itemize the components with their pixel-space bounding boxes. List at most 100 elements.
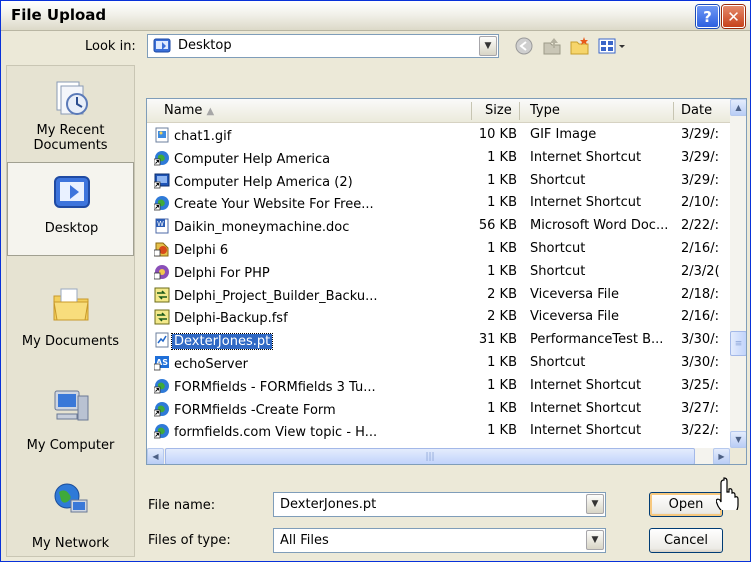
column-header-date[interactable]: Date xyxy=(681,103,712,118)
file-list[interactable]: Name ▲ Size Type Date chat1.gif 10 KB GIF … xyxy=(146,98,747,465)
file-name-text: Delphi 6 xyxy=(174,243,229,258)
file-size-cell: 31 KB xyxy=(478,332,517,348)
file-name-cell: FORMfields -Create Form xyxy=(153,401,444,418)
file-size-cell: 1 KB xyxy=(487,423,517,439)
help-button[interactable]: ? xyxy=(696,5,719,28)
place-label: My Documents xyxy=(21,334,120,349)
file-size-cell: 2 KB xyxy=(487,286,517,302)
scroll-left-button[interactable]: ◀ xyxy=(147,448,164,464)
file-name-text: Create Your Website For Free... xyxy=(174,197,374,213)
file-row[interactable]: FORMfields -Create Form 1 KB Internet Shor… xyxy=(147,399,730,422)
word-document-icon: W xyxy=(154,218,170,234)
file-type-value: All Files xyxy=(280,533,329,548)
file-name-text: DexterJones.pt xyxy=(170,333,274,351)
file-row[interactable]: formfields.com View topic - H... 1 KB Inte… xyxy=(147,421,730,444)
place-my-network[interactable]: My Network xyxy=(7,470,134,564)
file-name-text: FORMfields -Create Form xyxy=(174,402,336,418)
column-divider[interactable] xyxy=(471,102,472,120)
file-name-field[interactable]: DexterJones.pt ▼ xyxy=(273,492,606,517)
up-folder-icon[interactable] xyxy=(541,35,563,57)
file-row[interactable]: W Daikin_moneymachine.doc 56 KB Microsoft W… xyxy=(147,216,730,239)
place-label: My Computer xyxy=(26,438,115,453)
file-row[interactable]: Create Your Website For Free... 1 KB Inter… xyxy=(147,193,730,216)
list-header: Name ▲ Size Type Date xyxy=(147,99,730,123)
place-my-computer[interactable]: My Computer xyxy=(7,376,134,470)
vertical-scroll-thumb[interactable]: ≡ xyxy=(730,331,746,356)
look-in-label: Look in: xyxy=(85,39,136,54)
look-in-dropdown[interactable]: Desktop ▼ xyxy=(147,34,499,58)
scroll-up-button[interactable]: ▲ xyxy=(730,99,746,116)
file-type-cell: Internet Shortcut xyxy=(530,377,642,393)
open-button[interactable]: Open xyxy=(649,492,723,517)
scroll-down-button[interactable]: ▼ xyxy=(730,431,746,448)
internet-shortcut-icon xyxy=(153,195,170,211)
file-row[interactable]: AS echoServer 1 KB Shortcut 3/30/: xyxy=(147,353,730,376)
file-row[interactable]: chat1.gif 10 KB GIF Image 3/29/: xyxy=(147,125,730,148)
column-header-size[interactable]: Size xyxy=(485,103,512,118)
file-size-cell: 56 KB xyxy=(478,218,517,234)
file-type-dropdown[interactable]: All Files ▼ xyxy=(273,528,606,553)
scroll-right-button[interactable]: ▶ xyxy=(713,448,730,464)
file-name-cell: Delphi 6 xyxy=(153,241,444,258)
look-in-value: Desktop xyxy=(178,38,232,53)
file-name-cell: FORMfields - FORMfields 3 Tu... xyxy=(153,378,444,395)
file-date-cell: 2/16/: xyxy=(681,241,719,256)
place-label: My Network xyxy=(31,536,110,551)
file-row[interactable]: Delphi 6 1 KB Shortcut 2/16/: xyxy=(147,239,730,262)
file-name-text: Delphi For PHP xyxy=(174,265,270,281)
chevron-down-icon[interactable]: ▼ xyxy=(586,530,604,550)
file-date-cell: 2/10/: xyxy=(681,195,719,211)
view-menu-icon[interactable] xyxy=(597,35,627,57)
cancel-button[interactable]: Cancel xyxy=(649,528,723,553)
file-row[interactable]: Delphi_Project_Builder_Backu... 2 KB Vicev… xyxy=(147,285,730,308)
file-row[interactable]: Computer Help America 1 KB Internet Shortc… xyxy=(147,148,730,171)
mouse-pointer-icon xyxy=(716,477,739,510)
file-type-cell: Shortcut xyxy=(530,263,586,279)
file-row[interactable]: Delphi For PHP 1 KB Shortcut 2/3/2( xyxy=(147,262,730,285)
horizontal-scrollbar[interactable]: ◀ ||| ▶ xyxy=(147,448,730,464)
file-size-cell: 1 KB xyxy=(487,377,517,393)
column-divider[interactable] xyxy=(519,102,520,120)
place-desktop[interactable]: Desktop xyxy=(7,162,134,256)
chevron-down-icon[interactable]: ▼ xyxy=(586,494,604,514)
file-row[interactable]: FORMfields - FORMfields 3 Tu... 1 KB Inter… xyxy=(147,376,730,399)
title-bar[interactable]: File Upload ? ✕ xyxy=(1,1,750,31)
column-header-name[interactable]: Name ▲ xyxy=(164,103,214,118)
file-date-cell: 3/27/: xyxy=(681,400,719,416)
column-header-type[interactable]: Type xyxy=(530,103,560,118)
file-type-cell: Internet Shortcut xyxy=(530,423,642,439)
place-my-recent-documents[interactable]: My Recent Documents xyxy=(7,68,134,162)
file-name-cell: formfields.com View topic - H... xyxy=(153,423,444,441)
file-date-cell: 2/18/: xyxy=(681,286,719,302)
file-name-cell: DexterJones.pt xyxy=(154,332,444,351)
new-folder-icon[interactable] xyxy=(569,35,591,57)
file-row[interactable]: Computer Help America (2) 1 KB Shortcut 3/2… xyxy=(147,171,730,194)
file-name-cell: Delphi-Backup.fsf xyxy=(154,309,444,326)
file-row[interactable]: Delphi-Backup.fsf 2 KB Viceversa File 2/16/… xyxy=(147,307,730,330)
scrollbar-corner xyxy=(730,448,746,464)
internet-shortcut-icon xyxy=(153,423,170,439)
place-my-documents[interactable]: My Documents xyxy=(7,274,134,368)
back-icon[interactable] xyxy=(513,35,535,57)
file-name-cell: AS echoServer xyxy=(153,355,444,372)
file-type-cell: Internet Shortcut xyxy=(530,149,642,165)
viceversa-file-icon xyxy=(154,309,170,325)
vertical-scrollbar[interactable]: ▲ ≡ ▼ xyxy=(730,99,746,448)
chevron-down-icon[interactable]: ▼ xyxy=(479,36,497,56)
file-name-text: chat1.gif xyxy=(174,129,232,144)
file-size-cell: 10 KB xyxy=(478,127,517,142)
file-name-cell: Create Your Website For Free... xyxy=(153,195,444,213)
my-network-icon xyxy=(54,483,88,513)
desktop-icon xyxy=(153,38,171,53)
column-divider[interactable] xyxy=(673,102,674,120)
horizontal-scroll-thumb[interactable]: ||| xyxy=(165,448,695,464)
file-type-cell: Shortcut xyxy=(530,355,586,370)
file-size-cell: 1 KB xyxy=(487,241,517,256)
file-type-cell: Shortcut xyxy=(530,172,586,188)
file-name-text: Computer Help America xyxy=(174,151,331,167)
file-date-cell: 3/22/: xyxy=(681,423,719,439)
file-name-cell: chat1.gif xyxy=(154,127,444,144)
file-name-text: formfields.com View topic - H... xyxy=(174,425,378,441)
file-row[interactable]: DexterJones.pt 31 KB PerformanceTest B... 3… xyxy=(147,330,730,353)
close-button[interactable]: ✕ xyxy=(722,5,745,28)
